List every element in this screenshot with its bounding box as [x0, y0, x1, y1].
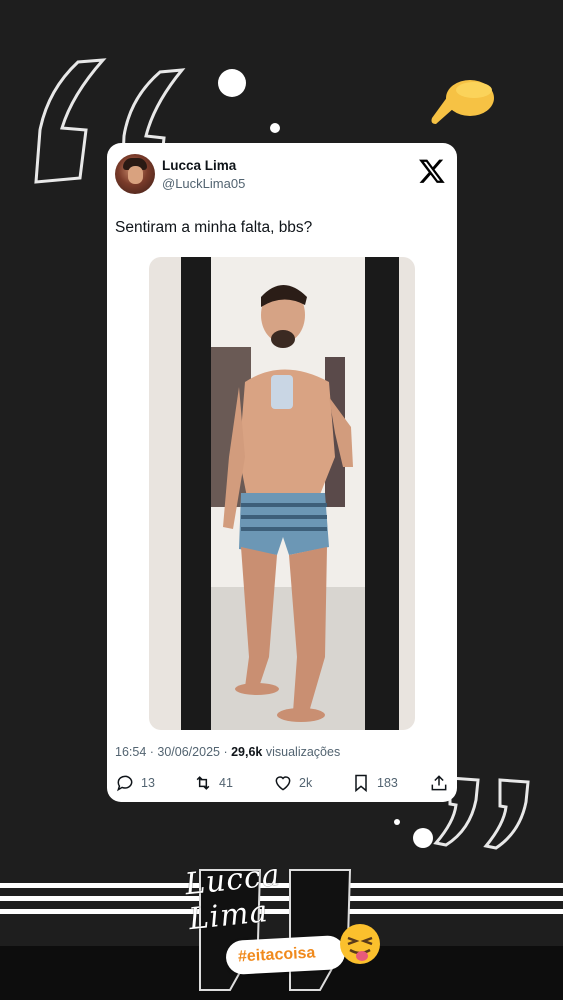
dot-decoration: [413, 828, 433, 848]
views-count: 29,6k: [231, 745, 263, 759]
bookmark-icon: [355, 774, 367, 793]
tweet-date: 30/06/2025: [157, 745, 220, 759]
meta-separator: ·: [223, 745, 232, 759]
bookmark-count: 183: [377, 776, 398, 790]
repost-icon: [196, 776, 210, 790]
repost-count: 41: [219, 776, 233, 790]
tweet-photo[interactable]: [149, 257, 415, 730]
user-handle[interactable]: @LuckLima05: [162, 176, 245, 191]
dot-decoration: [218, 69, 246, 97]
dot-decoration: [270, 123, 280, 133]
reply-icon: [117, 775, 133, 792]
share-button[interactable]: [429, 771, 449, 795]
winking-tongue-emoji-icon: [340, 924, 380, 964]
x-logo-icon: [419, 159, 445, 183]
tweet-meta: 16:54 · 30/06/2025 · 29,6k visualizações: [115, 745, 340, 759]
tweet-time: 16:54: [115, 745, 147, 759]
dot-decoration: [394, 819, 400, 825]
bookmark-button[interactable]: 183: [351, 771, 398, 795]
tweet-card: Lucca Lima @LuckLima05 Sentiram a minha …: [107, 143, 457, 802]
like-button[interactable]: 2k: [273, 771, 312, 795]
heart-icon: [275, 776, 291, 791]
tweet-actions: 13 41 2k 183: [107, 771, 457, 795]
display-name[interactable]: Lucca Lima: [162, 158, 236, 173]
reply-count: 13: [141, 776, 155, 790]
share-icon: [431, 775, 447, 791]
pointing-hand-icon: [431, 80, 494, 124]
tweet-text: Sentiram a minha falta, bbs?: [115, 219, 313, 236]
hashtag-text: #eitacoisa: [237, 944, 316, 966]
reply-button[interactable]: 13: [115, 771, 155, 795]
hashtag-sticker[interactable]: #eitacoisa: [225, 934, 347, 976]
avatar[interactable]: [115, 154, 155, 194]
views-label: visualizações: [265, 745, 341, 759]
repost-button[interactable]: 41: [193, 771, 233, 795]
like-count: 2k: [299, 776, 313, 790]
